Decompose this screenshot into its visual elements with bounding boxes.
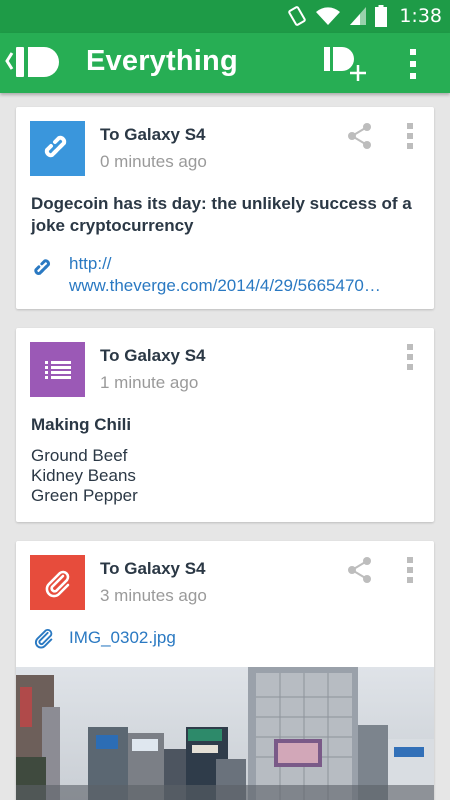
file-name[interactable]: IMG_0302.jpg bbox=[69, 627, 409, 649]
list-item: Kidney Beans bbox=[31, 466, 136, 485]
status-bar: 1:38 bbox=[0, 0, 450, 33]
vibrate-icon bbox=[288, 6, 307, 26]
pushbullet-logo-icon[interactable] bbox=[16, 46, 60, 78]
push-link[interactable]: http:// www.theverge.com/2014/4/29/56654… bbox=[31, 253, 409, 297]
push-target: To Galaxy S4 bbox=[100, 346, 206, 365]
overflow-menu-icon[interactable] bbox=[402, 47, 426, 81]
signal-icon bbox=[350, 7, 367, 25]
back-chevron-icon[interactable] bbox=[4, 50, 14, 72]
link-type-badge bbox=[30, 121, 85, 176]
list-icon bbox=[44, 360, 71, 379]
card-menu-icon[interactable] bbox=[404, 122, 416, 150]
list-type-badge bbox=[30, 342, 85, 397]
push-time: 3 minutes ago bbox=[100, 586, 207, 605]
link-icon bbox=[44, 135, 66, 157]
new-push-icon[interactable] bbox=[322, 43, 368, 85]
link-url-line1[interactable]: http:// bbox=[69, 253, 409, 275]
link-url-line2[interactable]: www.theverge.com/2014/4/29/5665470… bbox=[69, 275, 409, 297]
push-time: 1 minute ago bbox=[100, 373, 199, 392]
list-item: Ground Beef bbox=[31, 446, 128, 465]
small-link-icon bbox=[34, 259, 50, 275]
small-paperclip-icon bbox=[34, 629, 53, 649]
push-card-list[interactable]: To Galaxy S4 1 minute ago Making Chili G… bbox=[16, 328, 434, 522]
push-card-file[interactable]: To Galaxy S4 3 minutes ago IMG_0302.jpg bbox=[16, 541, 434, 800]
push-target: To Galaxy S4 bbox=[100, 125, 206, 144]
file-type-badge bbox=[30, 555, 85, 610]
status-time: 1:38 bbox=[399, 5, 442, 27]
battery-icon bbox=[375, 5, 388, 27]
page-title: Everything bbox=[86, 45, 238, 77]
push-title: Dogecoin has its day: the unlikely succe… bbox=[31, 194, 412, 235]
attached-photo[interactable] bbox=[16, 667, 434, 800]
list-item: Green Pepper bbox=[31, 486, 138, 505]
share-icon[interactable] bbox=[346, 122, 374, 150]
city-photo-image bbox=[16, 667, 434, 800]
paperclip-icon bbox=[45, 570, 69, 597]
card-menu-icon[interactable] bbox=[404, 556, 416, 584]
push-target: To Galaxy S4 bbox=[100, 559, 206, 578]
push-title: Making Chili bbox=[31, 415, 132, 434]
status-icons: 1:38 bbox=[287, 5, 442, 27]
push-time: 0 minutes ago bbox=[100, 152, 207, 171]
wifi-icon bbox=[316, 7, 341, 25]
push-card-link[interactable]: To Galaxy S4 0 minutes ago Dogecoin has … bbox=[16, 107, 434, 309]
file-link[interactable]: IMG_0302.jpg bbox=[31, 627, 409, 649]
app-bar: Everything bbox=[0, 33, 450, 93]
list-items: Ground Beef Kidney Beans Green Pepper bbox=[31, 446, 138, 506]
card-menu-icon[interactable] bbox=[404, 343, 416, 371]
share-icon[interactable] bbox=[346, 556, 374, 584]
